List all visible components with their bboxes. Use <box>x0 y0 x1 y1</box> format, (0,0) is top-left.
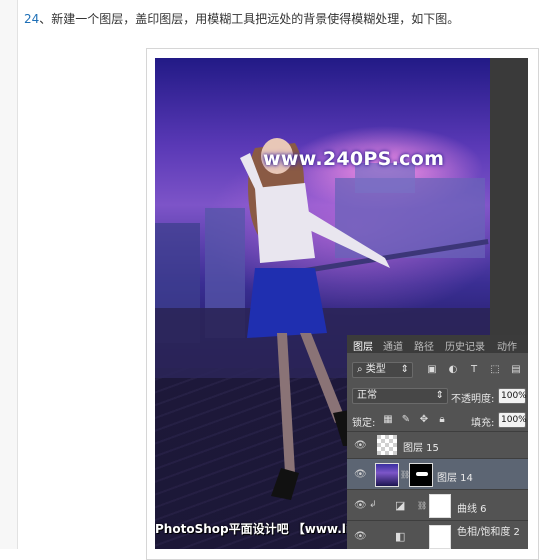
visibility-eye-icon[interactable]: 👁︎ <box>354 469 367 480</box>
tab-layers[interactable]: 图层 <box>353 338 373 353</box>
lock-label: 锁定: <box>352 418 376 429</box>
layers-panel: 图层 通道 路径 历史记录 动作 ⌕ 类型 ⇕ ▣ ◐ T ⬚ ▤ 正常 ⇕ 不透明… <box>347 335 528 549</box>
layer-thumbnail <box>377 435 397 455</box>
smart-object-filter-icon[interactable]: ▤ <box>511 365 521 375</box>
tab-history[interactable]: 历史记录 <box>445 338 485 353</box>
layer-mask-thumbnail <box>429 525 451 549</box>
pixel-filter-icon[interactable]: ▣ <box>427 365 437 375</box>
layer-name: 图层 15 <box>403 443 439 454</box>
opacity-label: 不透明度: <box>451 394 495 405</box>
chevron-updown-icon: ⇕ <box>400 364 409 375</box>
blend-row: 正常 ⇕ 不透明度: 100% <box>347 387 528 407</box>
tab-channels[interactable]: 通道 <box>383 338 403 353</box>
hue-saturation-icon: ◧ <box>395 530 406 543</box>
line-gutter <box>0 0 18 549</box>
mask-shape <box>416 472 428 476</box>
visibility-eye-icon[interactable]: 👁︎ <box>354 500 367 511</box>
filter-kind-label: 类型 <box>365 364 386 375</box>
clip-arrow-icon: ↲ <box>369 500 377 510</box>
lock-brush-icon[interactable]: ✎ <box>401 415 411 425</box>
lock-all-icon[interactable]: 🔒︎ <box>437 415 447 425</box>
layer-row-15[interactable]: 👁︎ 图层 15 <box>347 431 528 458</box>
layer-name: 曲线 6 <box>457 504 487 515</box>
lock-move-icon[interactable]: ✥ <box>419 415 429 425</box>
layer-name: 色相/饱和度 2 <box>457 527 520 538</box>
step-instruction: 24、新建一个图层，盖印图层，用模糊工具把远处的背景使得模糊处理，如下图。 <box>24 11 459 27</box>
layer-thumbnail <box>375 463 399 487</box>
adjustment-filter-icon[interactable]: ◐ <box>448 365 458 375</box>
step-text: 、新建一个图层，盖印图层，用模糊工具把远处的背景使得模糊处理，如下图。 <box>39 12 460 26</box>
tab-actions[interactable]: 动作 <box>497 338 517 353</box>
visibility-eye-icon[interactable]: 👁︎ <box>354 440 367 451</box>
curves-adjustment-icon: ◪ <box>395 499 406 512</box>
type-filter-icon[interactable]: T <box>469 365 479 375</box>
visibility-eye-icon[interactable]: 👁︎ <box>354 531 367 542</box>
watermark-text: www.240PS.com <box>263 148 445 170</box>
tab-paths[interactable]: 路径 <box>414 338 434 353</box>
layer-row-curves[interactable]: 👁︎ ↲ ◪ ⛓︎ 曲线 6 <box>347 489 528 520</box>
fill-label: 填充: <box>471 418 495 429</box>
lock-transparent-icon[interactable]: ▦ <box>383 415 393 425</box>
filter-kind-select[interactable]: ⌕ 类型 ⇕ <box>352 362 413 378</box>
layer-name: 图层 14 <box>437 473 473 484</box>
layer-row-14[interactable]: 👁︎ ⛓︎ 图层 14 <box>347 458 528 489</box>
layer-mask-thumbnail <box>409 463 433 487</box>
panel-tabs: 图层 通道 路径 历史记录 动作 <box>347 335 528 353</box>
blend-mode-value: 正常 <box>357 390 377 401</box>
blend-mode-select[interactable]: 正常 ⇕ <box>352 388 448 404</box>
fill-input[interactable]: 100% <box>498 412 527 428</box>
step-number: 24 <box>24 12 40 26</box>
filter-row: ⌕ 类型 ⇕ ▣ ◐ T ⬚ ▤ <box>347 361 528 381</box>
opacity-input[interactable]: 100% <box>498 388 527 404</box>
chain-link-icon[interactable]: ⛓︎ <box>417 501 427 510</box>
search-icon: ⌕ <box>357 364 366 375</box>
layer-row-hue-saturation[interactable]: 👁︎ ◧ 色相/饱和度 2 <box>347 520 528 549</box>
lock-row: 锁定: ▦ ✎ ✥ 🔒︎ 填充: 100% <box>347 411 528 431</box>
layer-mask-thumbnail <box>429 494 451 518</box>
shape-filter-icon[interactable]: ⬚ <box>490 365 500 375</box>
chevron-updown-icon: ⇕ <box>435 390 444 401</box>
